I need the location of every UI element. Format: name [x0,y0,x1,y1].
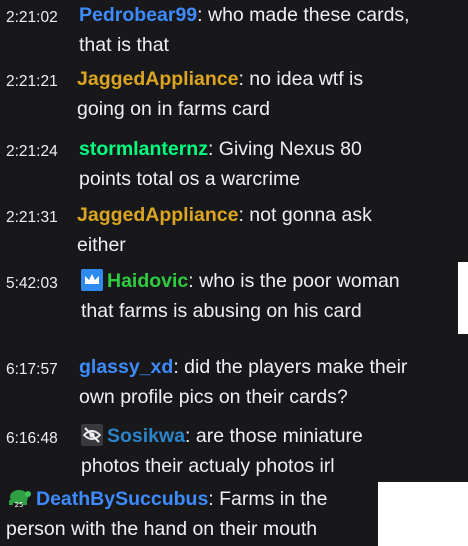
message-text: own profile pics on their cards? [79,386,348,408]
message-text: who is the poor woman [193,270,400,292]
chat-username[interactable]: JaggedAppliance [77,204,238,226]
no-audio-badge-icon[interactable] [81,424,103,446]
message-text: not gonna ask [243,204,372,226]
svg-text:25: 25 [15,501,24,509]
message-text: no idea wtf is [243,68,364,90]
chat-message: 5:42:03 Haidovic: who is the poor woman … [0,266,458,326]
chat-message: 6:16:48 Sosikwa: are those miniature pho… [0,421,468,481]
message-text: did the players make their [178,356,408,378]
message-text: points total os a warcrime [79,168,301,190]
chat-username[interactable]: glassy_xd [79,356,173,378]
chat-message: 25 DeathBySuccubus: Farms in the person … [0,484,378,544]
chat-message: 6:17:57 glassy_xd: did the players make … [0,352,468,412]
message-text: are those miniature [190,425,363,447]
message-text: who made these cards, [202,4,410,26]
message-timestamp: 2:21:21 [6,73,58,90]
message-timestamp: 6:17:57 [6,361,58,378]
chat-username[interactable]: Haidovic [107,270,188,292]
chat-username[interactable]: Pedrobear99 [79,4,197,26]
chat-username[interactable]: Sosikwa [107,425,185,447]
chat-username[interactable]: DeathBySuccubus [36,488,208,510]
chat-message: 2:21:21 JaggedAppliance: no idea wtf is … [0,64,468,124]
turtle-badge-icon[interactable]: 25 [6,485,32,509]
message-text: either [77,234,126,256]
message-text: Farms in the [213,488,328,510]
chat-username[interactable]: stormlanternz [79,138,208,160]
message-text: that farms is abusing on his card [81,300,362,322]
message-text: photos their actualy photos irl [81,455,335,477]
chat-username[interactable]: JaggedAppliance [77,68,238,90]
crown-badge-icon[interactable] [81,269,103,291]
message-timestamp: 2:21:31 [6,209,58,226]
message-text: that is that [79,34,169,56]
chat-message: 2:21:24 stormlanternz: Giving Nexus 80 p… [0,134,468,194]
message-timestamp: 5:42:03 [6,275,58,292]
chat-message: 2:21:31 JaggedAppliance: not gonna ask e… [0,200,468,260]
chat-message: 2:21:02 Pedrobear99: who made these card… [0,0,468,60]
message-timestamp: 2:21:24 [6,143,58,160]
message-timestamp: 2:21:02 [6,9,58,26]
message-text: Giving Nexus 80 [213,138,362,160]
message-timestamp: 6:16:48 [6,430,58,447]
message-text: person with the hand on their mouth [6,518,318,540]
message-text: going on in farms card [77,98,270,120]
